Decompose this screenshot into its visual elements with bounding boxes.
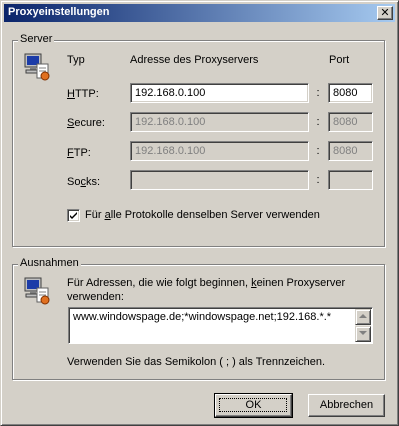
network-computer-icon xyxy=(24,277,50,305)
exceptions-description-line1: Für Adressen, die wie folgt beginnen, ke… xyxy=(67,277,346,289)
arrow-up-icon xyxy=(359,314,367,318)
exceptions-group: Ausnahmen Für Adressen, die wie folgt be… xyxy=(12,257,385,380)
socks-label: Socks: xyxy=(67,176,101,188)
exceptions-hint: Verwenden Sie das Semikolon ( ; ) als Tr… xyxy=(67,356,326,368)
address-column-header: Adresse des Proxyservers xyxy=(130,54,259,66)
network-computer-icon xyxy=(24,53,50,81)
port-column-header: Port xyxy=(329,54,350,66)
exceptions-textarea[interactable]: www.windowspage.de;*windowspage.net;192.… xyxy=(68,307,373,344)
ftp-port-input[interactable]: 8080 xyxy=(328,141,373,161)
exceptions-group-legend: Ausnahmen xyxy=(18,257,81,269)
http-colon: : xyxy=(316,87,320,99)
window-title: Proxyeinstellungen xyxy=(8,6,110,18)
arrow-down-icon xyxy=(359,331,367,335)
server-group-legend: Server xyxy=(18,33,55,45)
secure-port-input[interactable]: 8080 xyxy=(328,112,373,132)
close-button[interactable]: ✕ xyxy=(377,6,393,20)
ftp-address-input[interactable]: 192.168.0.100 xyxy=(130,141,309,161)
same-server-label[interactable]: Für alle Protokolle denselben Server ver… xyxy=(85,209,320,221)
http-port-input[interactable]: 8080 xyxy=(328,83,373,103)
focus-rect xyxy=(219,398,287,412)
scroll-up-button[interactable] xyxy=(355,309,371,325)
secure-colon: : xyxy=(316,116,320,128)
ftp-label: FTP: xyxy=(67,147,91,159)
secure-address-input[interactable]: 192.168.0.100 xyxy=(130,112,309,132)
proxy-settings-dialog: Proxyeinstellungen ✕ Server Typ Adresse … xyxy=(0,0,399,426)
cancel-button-label: Abbrechen xyxy=(319,399,374,411)
scroll-down-button[interactable] xyxy=(355,326,371,342)
close-icon: ✕ xyxy=(380,6,390,19)
http-address-input[interactable]: 192.168.0.100 xyxy=(130,83,309,103)
socks-port-input[interactable] xyxy=(328,170,373,190)
type-column-header: Typ xyxy=(67,54,85,66)
socks-colon: : xyxy=(316,174,320,186)
cancel-button[interactable]: Abbrechen xyxy=(308,394,385,417)
title-bar[interactable]: Proxyeinstellungen ✕ xyxy=(4,4,395,22)
checkmark-icon xyxy=(70,212,77,219)
http-label: HTTP: xyxy=(67,88,99,100)
exceptions-description-line2: verwenden: xyxy=(67,291,124,303)
ok-button[interactable]: OK xyxy=(214,393,293,418)
server-group: Server Typ Adresse des Proxyservers Port… xyxy=(12,33,385,247)
socks-address-input[interactable] xyxy=(130,170,309,190)
ftp-colon: : xyxy=(316,145,320,157)
exceptions-value: www.windowspage.de;*windowspage.net;192.… xyxy=(73,311,332,323)
secure-label: Secure: xyxy=(67,117,105,129)
exceptions-scrollbar[interactable] xyxy=(355,309,371,342)
same-server-checkbox[interactable] xyxy=(67,209,80,222)
